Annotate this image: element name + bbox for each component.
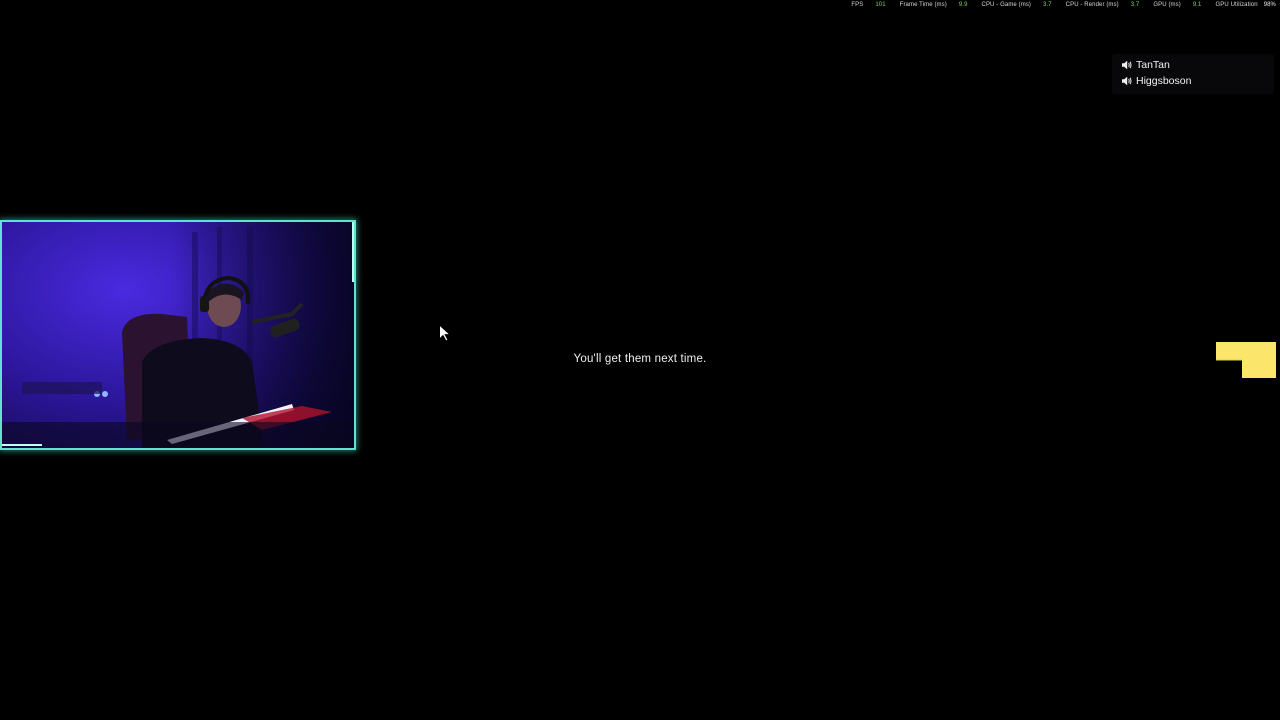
- perf-cpu-render: CPU - Render (ms) 3.7: [1066, 2, 1140, 8]
- perf-cpu-render-label: CPU - Render (ms): [1065, 2, 1119, 8]
- perf-cpu-game: CPU - Game (ms) 3.7: [982, 2, 1052, 8]
- speaker-icon: [1122, 76, 1132, 86]
- game-screen: FPS 101 Frame Time (ms) 9.9 CPU - Game (…: [0, 0, 1280, 720]
- voice-chat-panel: TanTan Higgsboson: [1112, 54, 1274, 94]
- webcam-overlay: [0, 220, 356, 450]
- perf-frame-time: Frame Time (ms) 9.9: [900, 2, 968, 8]
- yellow-indicator-marker: [1216, 342, 1276, 378]
- perf-cpu-render-value: 3.7: [1130, 2, 1140, 8]
- webcam-feed: [2, 222, 354, 448]
- voice-chat-player: Higgsboson: [1121, 74, 1191, 88]
- perf-cpu-game-value: 3.7: [1043, 2, 1052, 8]
- speaker-icon: [1122, 60, 1132, 70]
- voice-chat-player-name: TanTan: [1136, 59, 1170, 71]
- perf-gpu-utilization-value: 98%: [1263, 2, 1276, 8]
- subtitle-text: You'll get them next time.: [573, 353, 707, 365]
- perf-gpu-value: 9.1: [1192, 2, 1202, 8]
- voice-chat-player-name: Higgsboson: [1136, 75, 1192, 87]
- perf-gpu-utilization-label: GPU Utilization: [1215, 2, 1258, 8]
- mouse-cursor-icon: [439, 324, 452, 342]
- voice-chat-player: TanTan: [1121, 58, 1170, 72]
- perf-cpu-game-label: CPU - Game (ms): [981, 2, 1032, 8]
- perf-frame-time-value: 9.9: [958, 2, 968, 8]
- perf-fps-value: 101: [875, 2, 886, 8]
- perf-fps-label: FPS: [851, 2, 864, 8]
- webcam-frame-highlight: [352, 222, 354, 282]
- webcam-frame-highlight: [2, 444, 42, 446]
- performance-overlay: FPS 101 Frame Time (ms) 9.9 CPU - Game (…: [837, 0, 1276, 10]
- perf-gpu-label: GPU (ms): [1153, 2, 1181, 8]
- perf-gpu: GPU (ms) 9.1: [1153, 2, 1201, 8]
- perf-frame-time-label: Frame Time (ms): [899, 2, 947, 8]
- perf-gpu-utilization: GPU Utilization 98%: [1216, 2, 1277, 8]
- perf-fps: FPS 101: [851, 2, 885, 8]
